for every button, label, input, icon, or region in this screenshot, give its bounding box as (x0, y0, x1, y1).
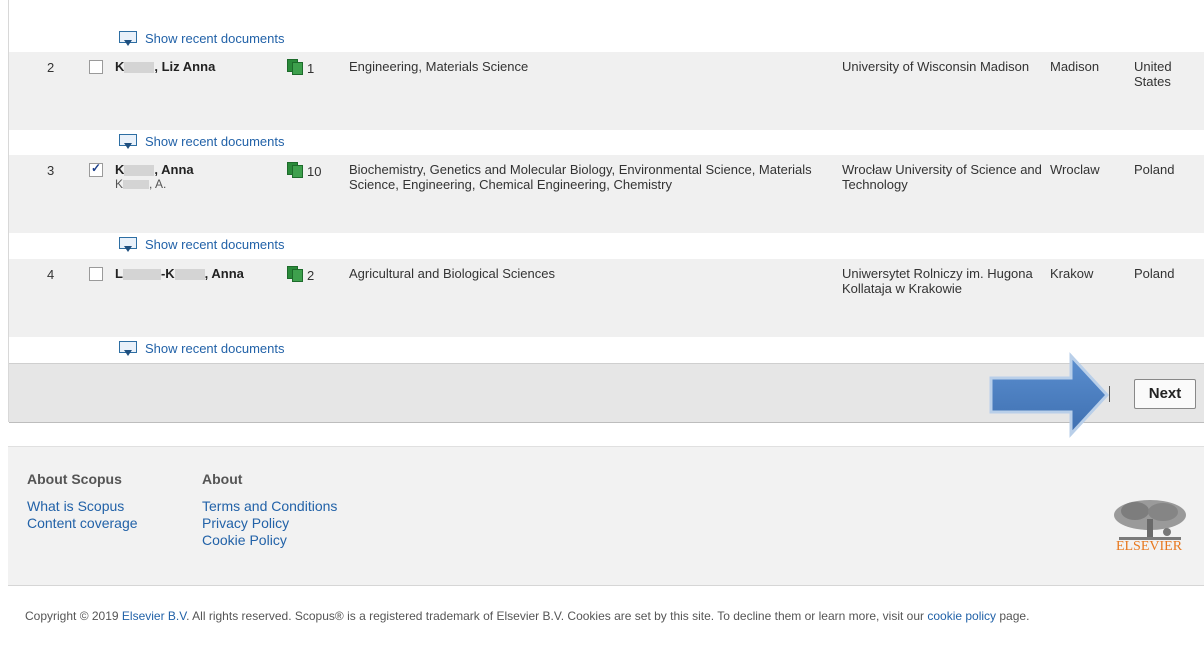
elsevier-logo[interactable]: ELSEVIER (1105, 499, 1195, 561)
show-recent-documents-link[interactable]: Show recent documents (119, 130, 284, 152)
copyright-notice: Copyright © 2019 Elsevier B.V. All right… (25, 609, 1030, 623)
affiliation: Uniwersytet Rolniczy im. Hugona Kollataj… (842, 266, 1033, 296)
author-row: 2 K, Liz Anna 1 Engineering, Materials S… (9, 52, 1204, 130)
subject-area: Biochemistry, Genetics and Molecular Bio… (349, 162, 812, 192)
annotation-arrow-icon (989, 352, 1110, 438)
footer-link-what-is-scopus[interactable]: What is Scopus (27, 498, 138, 515)
subject-area: Agricultural and Biological Sciences (349, 266, 555, 281)
show-recent-documents-link[interactable]: Show recent documents (119, 337, 284, 359)
redacted-text (124, 165, 155, 177)
show-recent-documents-label: Show recent documents (145, 340, 285, 356)
elsevier-tree-icon (1114, 500, 1186, 540)
document-download-icon (119, 133, 137, 149)
footer-about: About Terms and Conditions Privacy Polic… (202, 471, 337, 549)
footer-link-content-coverage[interactable]: Content coverage (27, 515, 138, 532)
document-count[interactable]: 1 (287, 58, 314, 76)
show-recent-documents-link[interactable]: Show recent documents (119, 233, 284, 255)
row-number: 2 (47, 60, 55, 75)
redacted-text (174, 269, 205, 281)
affiliation: University of Wisconsin Madison (842, 59, 1030, 74)
show-recent-documents-label: Show recent documents (145, 30, 285, 46)
footer-link-cookie[interactable]: Cookie Policy (202, 532, 337, 549)
redacted-text (122, 269, 161, 281)
row-number: 4 (47, 267, 55, 282)
author-name[interactable]: K, Anna (115, 162, 194, 177)
footer-about-scopus: About Scopus What is Scopus Content cove… (27, 471, 138, 532)
row-checkbox[interactable] (89, 267, 103, 281)
redacted-text (124, 62, 155, 74)
city: Madison (1050, 59, 1100, 74)
row-checkbox[interactable] (89, 60, 103, 74)
city: Krakow (1050, 266, 1094, 281)
author-name[interactable]: L -K, Anna (115, 266, 244, 281)
redacted-text (123, 180, 150, 190)
country: Poland (1134, 162, 1175, 177)
footer-link-terms[interactable]: Terms and Conditions (202, 498, 337, 515)
document-count[interactable]: 2 (287, 265, 314, 283)
footer-link-privacy[interactable]: Privacy Policy (202, 515, 337, 532)
footer-heading: About (202, 471, 243, 487)
country: United States (1134, 59, 1172, 89)
documents-icon (287, 162, 303, 178)
site-footer: About Scopus What is Scopus Content cove… (8, 446, 1204, 586)
show-recent-documents-link[interactable]: Show recent documents (119, 27, 284, 49)
documents-icon (287, 266, 303, 282)
show-recent-documents-label: Show recent documents (145, 236, 285, 252)
documents-icon (287, 59, 303, 75)
author-name-variant: K, A. (115, 177, 167, 191)
footer-heading: About Scopus (27, 471, 122, 487)
next-page-button[interactable]: Next (1134, 379, 1196, 409)
affiliation: Wrocław University of Science and Techno… (842, 162, 1042, 192)
row-number: 3 (47, 163, 55, 178)
subject-area: Engineering, Materials Science (349, 59, 529, 74)
document-download-icon (119, 340, 137, 356)
cookie-policy-link[interactable]: cookie policy (927, 609, 996, 623)
elsevier-link[interactable]: Elsevier B.V (122, 609, 186, 623)
document-count[interactable]: 10 (287, 161, 321, 179)
elsevier-wordmark: ELSEVIER (1115, 539, 1183, 554)
author-name[interactable]: K, Liz Anna (115, 59, 215, 74)
document-download-icon (119, 30, 137, 46)
row-checkbox[interactable] (89, 161, 103, 177)
document-download-icon (119, 236, 137, 252)
author-row: 4 L -K, Anna 2 Agricultural and Biologica… (9, 259, 1204, 337)
show-recent-documents-label: Show recent documents (145, 133, 285, 149)
country: Poland (1134, 266, 1175, 281)
city: Wroclaw (1050, 162, 1100, 177)
author-row: 3 K, Anna K, A. 10 Biochemistry, Genetic… (9, 155, 1204, 233)
